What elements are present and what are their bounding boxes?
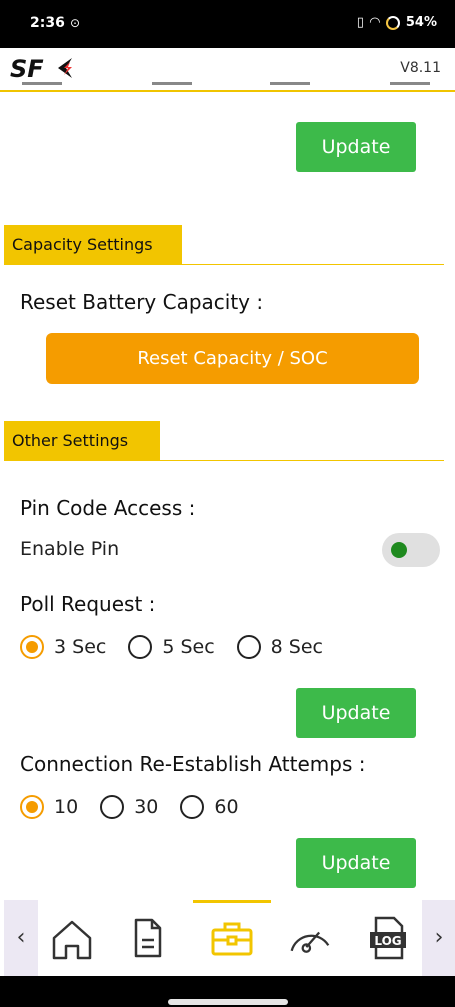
radio-label: 5 Sec (162, 636, 215, 658)
radio-label: 60 (214, 796, 239, 818)
active-tab-indicator (193, 900, 271, 903)
wifi-icon: ◠ (369, 15, 380, 30)
reconnect-radio-group: 10 30 60 (20, 795, 261, 819)
radio-label: 10 (54, 796, 79, 818)
reconnect-option-30[interactable]: 30 (100, 795, 158, 819)
battery-icon (385, 15, 400, 30)
radio-unselected-icon (100, 795, 125, 819)
slider-tick (152, 82, 192, 90)
radio-label: 30 (134, 796, 159, 818)
document-icon[interactable] (124, 916, 168, 960)
radio-selected-icon (20, 795, 44, 819)
nav-next-arrow[interactable]: › (422, 900, 455, 976)
section-divider (160, 460, 444, 461)
reconnect-update-button[interactable]: Update (296, 838, 416, 888)
radio-unselected-icon (128, 635, 153, 659)
system-gesture-bar (0, 976, 455, 1007)
battery-percent: 54% (405, 15, 437, 30)
status-indicators: ▯ ◠ 54% (357, 15, 437, 30)
vibrate-icon: ▯ (356, 15, 364, 30)
slider-tick (390, 82, 430, 90)
other-settings-tab: Other Settings (4, 421, 160, 461)
slider-tick (270, 82, 310, 90)
slider-update-button[interactable]: Update (296, 122, 416, 172)
gauge-icon[interactable] (288, 916, 332, 960)
svg-text:SF: SF (10, 56, 44, 80)
app-header: SF V8.11 (0, 48, 455, 92)
sync-icon: ⊙ (70, 16, 81, 30)
gesture-handle[interactable] (168, 999, 288, 1005)
radio-selected-icon (20, 635, 44, 659)
svg-text:LOG: LOG (374, 934, 401, 948)
radio-unselected-icon (180, 795, 205, 819)
toggle-knob (391, 542, 407, 558)
log-icon[interactable]: LOG (366, 916, 410, 960)
home-icon[interactable] (50, 916, 94, 960)
toolbox-icon[interactable] (210, 916, 254, 960)
status-time: 2:36 (30, 15, 65, 31)
poll-radio-group: 3 Sec 5 Sec 8 Sec (20, 635, 345, 659)
radio-label: 3 Sec (54, 636, 107, 658)
status-bar: 2:36 ⊙ ▯ ◠ 54% (0, 0, 455, 48)
poll-option-3[interactable]: 3 Sec (20, 635, 106, 659)
poll-option-8[interactable]: 8 Sec (236, 635, 323, 659)
bottom-nav: ‹ › LOG (0, 900, 455, 976)
poll-option-5[interactable]: 5 Sec (128, 635, 215, 659)
reset-capacity-label: Reset Battery Capacity : (20, 290, 264, 314)
radio-unselected-icon (236, 635, 261, 659)
section-divider (182, 264, 444, 265)
enable-pin-toggle[interactable] (382, 533, 440, 567)
poll-request-label: Poll Request : (20, 592, 156, 616)
reset-capacity-button[interactable]: Reset Capacity / SOC (46, 333, 419, 384)
brand-logo: SF (10, 56, 72, 80)
reconnect-option-10[interactable]: 10 (20, 795, 78, 819)
reconnect-option-60[interactable]: 60 (180, 795, 239, 819)
slider-tick (22, 82, 62, 90)
app-version: V8.11 (400, 60, 441, 76)
pin-code-label: Pin Code Access : (20, 496, 196, 520)
capacity-settings-tab: Capacity Settings (4, 225, 182, 265)
enable-pin-label: Enable Pin (20, 538, 120, 560)
radio-label: 8 Sec (270, 636, 323, 658)
nav-prev-arrow[interactable]: ‹ (4, 900, 38, 976)
reconnect-label: Connection Re-Establish Attemps : (20, 752, 366, 776)
poll-update-button[interactable]: Update (296, 688, 416, 738)
